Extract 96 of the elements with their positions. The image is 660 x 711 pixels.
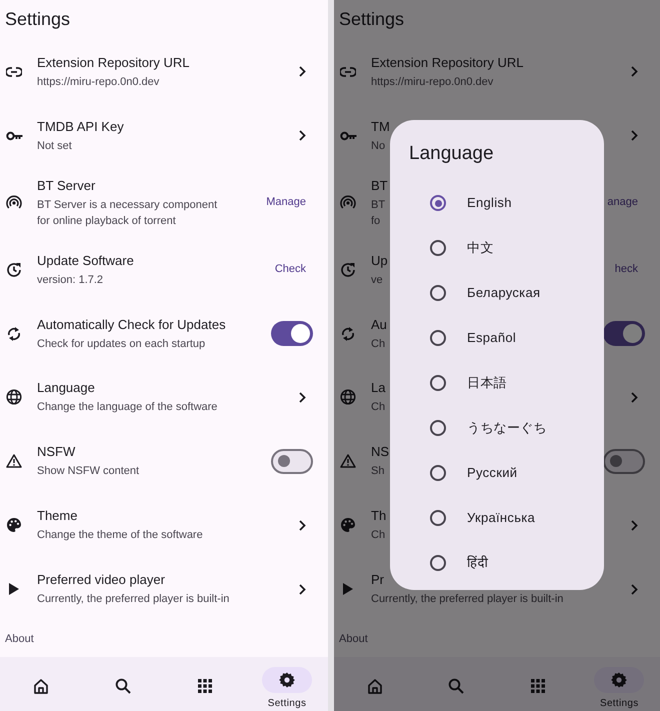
setting-description: BT Server is a necessary component for online playback of torrent <box>37 198 218 229</box>
sync-icon <box>341 326 355 342</box>
radio-button[interactable] <box>430 195 446 211</box>
setting-description: Currently, the preferred player is built-in <box>371 592 564 608</box>
setting-title: Pr <box>371 571 384 588</box>
toggle-switch[interactable] <box>271 448 313 474</box>
chevron-right-icon[interactable] <box>299 520 306 531</box>
warning-icon <box>340 454 356 468</box>
setting-title: Theme <box>37 507 78 524</box>
chevron-right-icon[interactable] <box>299 66 306 78</box>
radio-option[interactable]: うちなーぐち <box>390 406 604 450</box>
toggle-switch[interactable] <box>603 321 645 346</box>
radio-button[interactable] <box>430 285 446 301</box>
signal-icon <box>6 194 22 211</box>
play-icon <box>9 583 19 596</box>
toggle-switch[interactable] <box>603 448 645 474</box>
key-icon <box>340 130 356 141</box>
text-button[interactable]: Check <box>274 261 306 278</box>
link-icon <box>6 66 22 77</box>
radio-option[interactable]: English <box>390 180 604 226</box>
globe-icon <box>6 389 22 406</box>
section-header: About <box>5 632 34 647</box>
radio-button[interactable] <box>430 420 446 436</box>
radio-button[interactable] <box>430 510 446 526</box>
setting-description: Change the theme of the software <box>37 528 203 544</box>
setting-title: Language <box>37 379 95 396</box>
setting-description: Ch <box>371 400 386 416</box>
text-button[interactable]: anage <box>607 194 638 211</box>
setting-description: https://miru-repo.0n0.dev <box>37 74 160 90</box>
clock-arrow-icon <box>6 262 22 278</box>
page-title: Settings <box>339 8 404 32</box>
radio-option[interactable]: Русский <box>390 450 604 496</box>
setting-title: Extension Repository URL <box>371 54 524 71</box>
setting-title: Automatically Check for Updates <box>37 316 226 332</box>
nav-item[interactable]: Settings <box>246 657 328 711</box>
setting-description: Ch <box>371 336 386 352</box>
setting-description: Sh <box>371 464 384 480</box>
setting-title: Update Software <box>37 252 134 269</box>
setting-title: TMDB API Key <box>37 118 124 135</box>
setting-description: Currently, the preferred player is built-in <box>37 592 230 608</box>
warning-icon <box>6 454 22 468</box>
search-icon[interactable] <box>115 678 131 694</box>
radio-button[interactable] <box>430 330 446 346</box>
setting-title: BT Server <box>37 176 96 194</box>
setting-title: Preferred video player <box>37 571 165 588</box>
setting-description: https://miru-repo.0n0.dev <box>371 74 494 90</box>
setting-description: BT fo <box>371 198 386 229</box>
radio-option[interactable]: हिंदी <box>390 540 604 586</box>
dialog-title: Language <box>409 142 494 166</box>
radio-button[interactable] <box>430 555 446 571</box>
setting-title: La <box>371 379 386 396</box>
setting-title: TM <box>371 118 390 135</box>
key-icon <box>6 130 22 141</box>
globe-icon <box>340 389 356 406</box>
setting-description: Change the language of the software <box>37 400 218 416</box>
radio-button[interactable] <box>430 465 446 481</box>
setting-title: Up <box>371 252 388 269</box>
play-icon <box>343 583 353 596</box>
setting-title: Au <box>371 316 387 332</box>
home-icon[interactable] <box>33 678 49 694</box>
sync-icon <box>7 326 21 342</box>
radio-option[interactable]: 中文 <box>390 226 604 270</box>
setting-description: Ch <box>371 528 386 544</box>
setting-title: BT <box>371 176 388 194</box>
palette-icon <box>6 517 22 534</box>
text-button[interactable]: heck <box>614 261 638 278</box>
radio-option[interactable]: Español <box>390 316 604 360</box>
link-icon <box>340 66 356 77</box>
setting-title: Extension Repository URL <box>37 54 190 71</box>
setting-description: Check for updates on each startup <box>37 336 206 352</box>
chevron-right-icon[interactable] <box>299 392 306 403</box>
text-button[interactable]: Manage <box>266 194 306 211</box>
clock-arrow-icon <box>340 262 356 278</box>
setting-description: Show NSFW content <box>37 464 140 480</box>
setting-title: NS <box>371 443 390 460</box>
palette-icon <box>340 517 356 534</box>
radio-option[interactable]: 日本語 <box>390 360 604 406</box>
setting-title: Th <box>371 507 386 524</box>
chevron-right-icon[interactable] <box>299 584 306 595</box>
signal-icon <box>340 194 356 211</box>
page-title: Settings <box>5 8 70 32</box>
radio-option[interactable]: Беларуская <box>390 270 604 316</box>
chevron-right-icon[interactable] <box>299 130 306 142</box>
radio-button[interactable] <box>430 240 446 256</box>
nav-item[interactable]: Settings <box>578 657 660 711</box>
settings-icon[interactable] <box>279 672 295 688</box>
radio-button[interactable] <box>430 375 446 391</box>
setting-title: NSFW <box>37 443 76 460</box>
radio-option[interactable]: Українська <box>390 496 604 540</box>
setting-description: Not set <box>37 138 72 154</box>
grid-icon[interactable] <box>198 679 212 694</box>
setting-description: ve <box>371 272 383 288</box>
setting-description: version: 1.7.2 <box>37 272 104 288</box>
setting-description: No <box>371 138 386 154</box>
section-header: About <box>339 632 368 647</box>
toggle-switch[interactable] <box>271 321 313 346</box>
